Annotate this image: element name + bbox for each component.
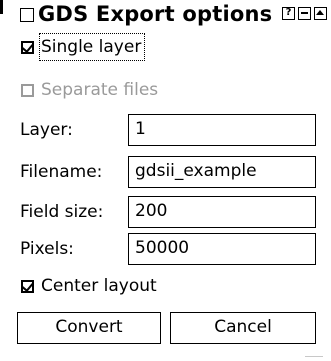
- single-layer-label[interactable]: Single layer: [38, 33, 146, 61]
- cancel-button[interactable]: Cancel: [170, 312, 316, 344]
- convert-button[interactable]: Convert: [17, 312, 161, 344]
- layer-field[interactable]: 1: [128, 114, 316, 146]
- resize-grip[interactable]: [305, 356, 323, 357]
- layer-label: Layer:: [20, 120, 73, 140]
- title-bar[interactable]: GDS Export options ?: [8, 0, 331, 26]
- minimize-icon[interactable]: [298, 7, 311, 20]
- center-layout-option[interactable]: Center layout: [0, 273, 331, 299]
- gds-export-dialog: GDS Export options ? Single layer Separa…: [0, 0, 331, 361]
- center-layout-label[interactable]: Center layout: [41, 273, 157, 299]
- window-title: GDS Export options: [38, 2, 273, 26]
- filename-field[interactable]: gdsii_example: [128, 156, 316, 188]
- maximize-icon[interactable]: [314, 7, 327, 20]
- pixels-field[interactable]: 50000: [128, 233, 316, 265]
- center-layout-checkbox[interactable]: [21, 279, 34, 293]
- separate-files-checkbox: [21, 83, 34, 97]
- separate-files-option: Separate files: [0, 77, 331, 103]
- title-buttons: ?: [282, 7, 327, 20]
- separate-files-label: Separate files: [41, 80, 159, 100]
- pixels-label: Pixels:: [20, 239, 74, 259]
- field-size-field[interactable]: 200: [128, 196, 316, 228]
- filename-label: Filename:: [20, 162, 103, 182]
- window-frame-edge: [0, 0, 3, 14]
- help-icon[interactable]: ?: [282, 7, 295, 20]
- field-size-label: Field size:: [20, 202, 104, 222]
- single-layer-checkbox[interactable]: [21, 40, 34, 54]
- single-layer-option[interactable]: Single layer: [0, 33, 331, 61]
- window-menu-icon[interactable]: [20, 8, 34, 22]
